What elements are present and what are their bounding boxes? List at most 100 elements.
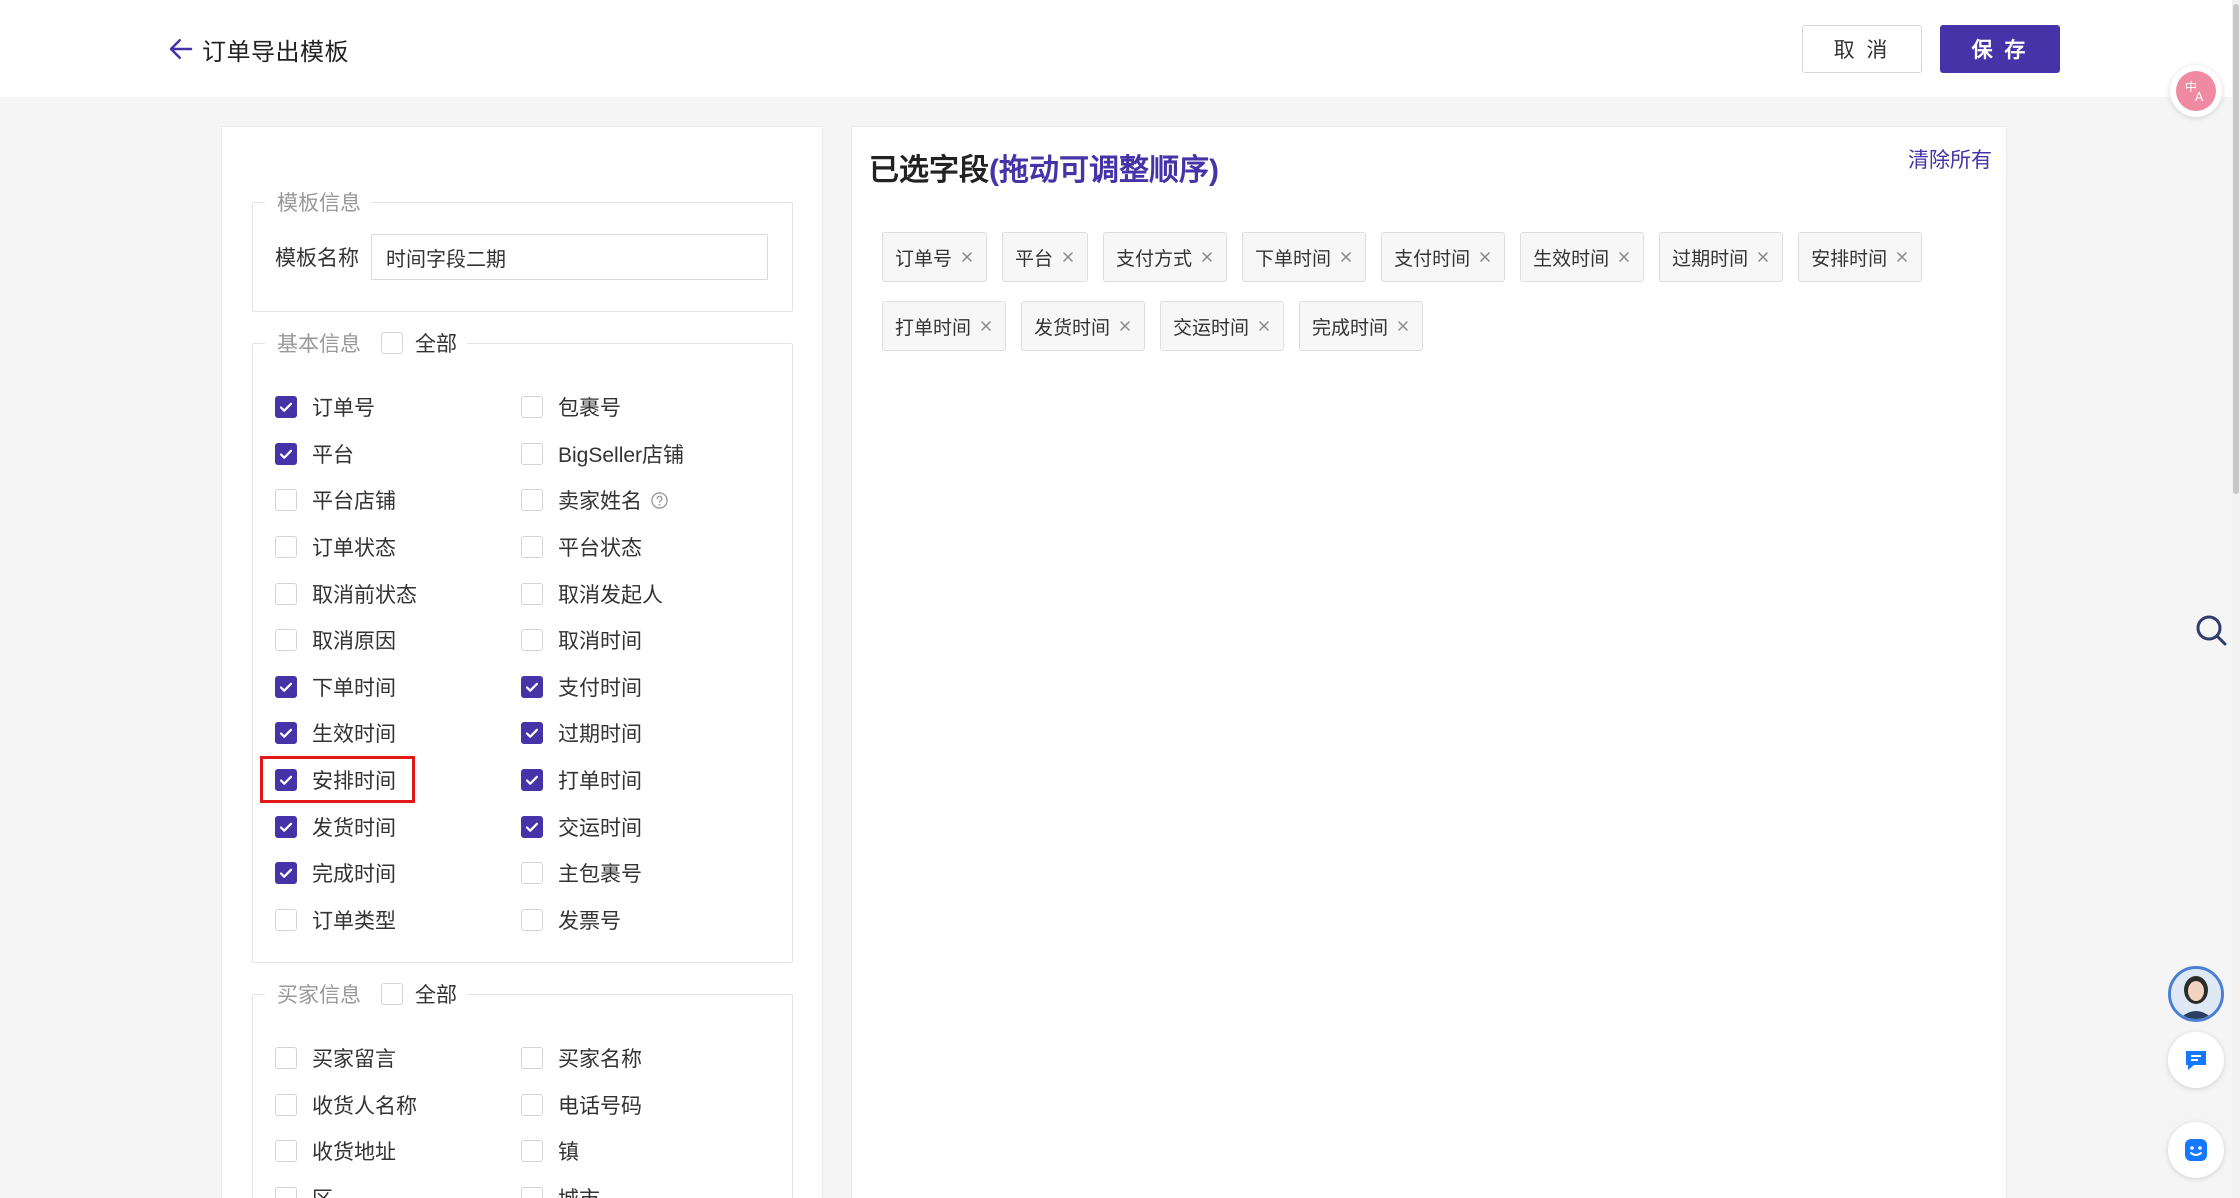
field-option[interactable]: 收货地址 xyxy=(275,1128,521,1175)
checkbox-checked[interactable] xyxy=(275,442,297,465)
selected-field-tag[interactable]: 完成时间 xyxy=(1299,301,1424,351)
checkbox-checked[interactable] xyxy=(275,862,297,885)
field-option[interactable]: 完成时间 xyxy=(275,850,521,897)
selected-field-tag[interactable]: 发货时间 xyxy=(1021,301,1146,351)
cancel-button[interactable]: 取 消 xyxy=(1802,25,1922,73)
selected-field-tag[interactable]: 平台 xyxy=(1002,232,1089,282)
checkbox-checked[interactable] xyxy=(275,396,297,419)
checkbox[interactable] xyxy=(275,1140,297,1163)
field-option[interactable]: 平台 xyxy=(275,431,521,478)
checkbox[interactable] xyxy=(275,489,297,512)
checkbox[interactable] xyxy=(521,1093,543,1116)
question-circle-icon[interactable] xyxy=(650,491,669,510)
field-option[interactable]: 镇 xyxy=(521,1128,767,1175)
checkbox[interactable] xyxy=(521,396,543,419)
field-option[interactable]: 订单类型 xyxy=(275,897,521,944)
field-option[interactable]: 卖家姓名 xyxy=(521,477,767,524)
close-icon[interactable] xyxy=(1756,250,1770,264)
checkbox[interactable] xyxy=(521,1140,543,1163)
field-option[interactable]: 电话号码 xyxy=(521,1082,767,1129)
field-option[interactable]: 买家留言 xyxy=(275,1035,521,1082)
selected-field-tag[interactable]: 打单时间 xyxy=(882,301,1007,351)
field-option[interactable]: 打单时间 xyxy=(521,757,767,804)
scrollbar-thumb[interactable] xyxy=(2233,4,2239,494)
help-float-button[interactable] xyxy=(2168,1122,2224,1178)
buyer-info-select-all[interactable]: 全部 xyxy=(381,979,457,1009)
field-option[interactable]: 发票号 xyxy=(521,897,767,944)
page-scrollbar[interactable] xyxy=(2232,0,2240,1198)
close-icon[interactable] xyxy=(1617,250,1631,264)
field-option[interactable]: 主包裹号 xyxy=(521,850,767,897)
selected-field-tag[interactable]: 生效时间 xyxy=(1520,232,1645,282)
selected-field-tag[interactable]: 支付方式 xyxy=(1103,232,1228,282)
select-all-checkbox[interactable] xyxy=(381,332,403,354)
close-icon[interactable] xyxy=(1396,319,1410,333)
field-option[interactable]: 发货时间 xyxy=(275,803,521,850)
checkbox[interactable] xyxy=(275,1047,297,1070)
close-icon[interactable] xyxy=(1478,250,1492,264)
field-option[interactable]: 取消前状态 xyxy=(275,570,521,617)
field-option[interactable]: 收货人名称 xyxy=(275,1082,521,1129)
field-option[interactable]: 区 xyxy=(275,1175,521,1198)
checkbox[interactable] xyxy=(275,536,297,559)
checkbox[interactable] xyxy=(521,1187,543,1198)
field-option[interactable]: 交运时间 xyxy=(521,803,767,850)
checkbox[interactable] xyxy=(521,536,543,559)
close-icon[interactable] xyxy=(1339,250,1353,264)
checkbox[interactable] xyxy=(275,908,297,931)
close-icon[interactable] xyxy=(1257,319,1271,333)
checkbox[interactable] xyxy=(275,582,297,605)
selected-field-tag[interactable]: 下单时间 xyxy=(1242,232,1367,282)
checkbox-checked[interactable] xyxy=(275,675,297,698)
selected-field-tag[interactable]: 安排时间 xyxy=(1798,232,1923,282)
field-option[interactable]: 生效时间 xyxy=(275,710,521,757)
checkbox-checked[interactable] xyxy=(275,815,297,838)
field-option[interactable]: 订单号 xyxy=(275,384,521,431)
checkbox-checked[interactable] xyxy=(275,769,297,792)
close-icon[interactable] xyxy=(979,319,993,333)
checkbox-checked[interactable] xyxy=(521,675,543,698)
select-all-checkbox[interactable] xyxy=(381,983,403,1005)
support-avatar[interactable] xyxy=(2168,966,2224,1022)
checkbox-checked[interactable] xyxy=(521,815,543,838)
translate-button[interactable]: 中 A xyxy=(2170,65,2222,117)
close-icon[interactable] xyxy=(960,250,974,264)
close-icon[interactable] xyxy=(1200,250,1214,264)
checkbox-checked[interactable] xyxy=(521,769,543,792)
field-option[interactable]: 取消原因 xyxy=(275,617,521,664)
field-option[interactable]: 下单时间 xyxy=(275,664,521,711)
close-icon[interactable] xyxy=(1118,319,1132,333)
field-option[interactable]: 订单状态 xyxy=(275,524,521,571)
clear-all-link[interactable]: 清除所有 xyxy=(1908,144,1992,174)
basic-info-select-all[interactable]: 全部 xyxy=(381,328,457,358)
checkbox[interactable] xyxy=(521,629,543,652)
field-option[interactable]: 支付时间 xyxy=(521,664,767,711)
checkbox[interactable] xyxy=(275,629,297,652)
checkbox[interactable] xyxy=(275,1093,297,1116)
checkbox[interactable] xyxy=(275,1187,297,1198)
field-option[interactable]: 城市 xyxy=(521,1175,767,1198)
back-button[interactable]: 订单导出模板 xyxy=(166,30,349,68)
field-option[interactable]: 安排时间 xyxy=(275,757,521,804)
checkbox[interactable] xyxy=(521,862,543,885)
checkbox[interactable] xyxy=(521,582,543,605)
message-button[interactable] xyxy=(2168,1032,2224,1088)
save-button[interactable]: 保 存 xyxy=(1940,25,2060,73)
checkbox[interactable] xyxy=(521,1047,543,1070)
selected-field-tag[interactable]: 过期时间 xyxy=(1659,232,1784,282)
field-option[interactable]: 平台状态 xyxy=(521,524,767,571)
selected-field-tag[interactable]: 支付时间 xyxy=(1381,232,1506,282)
field-option[interactable]: 取消时间 xyxy=(521,617,767,664)
search-icon[interactable] xyxy=(2191,610,2231,650)
field-option[interactable]: 买家名称 xyxy=(521,1035,767,1082)
checkbox[interactable] xyxy=(521,442,543,465)
selected-field-tag[interactable]: 交运时间 xyxy=(1160,301,1285,351)
field-option[interactable]: BigSeller店铺 xyxy=(521,431,767,478)
checkbox-checked[interactable] xyxy=(521,722,543,745)
field-option[interactable]: 平台店铺 xyxy=(275,477,521,524)
field-option[interactable]: 过期时间 xyxy=(521,710,767,757)
close-icon[interactable] xyxy=(1895,250,1909,264)
field-option[interactable]: 取消发起人 xyxy=(521,570,767,617)
selected-field-tag[interactable]: 订单号 xyxy=(882,232,988,282)
template-name-input[interactable] xyxy=(371,234,768,280)
